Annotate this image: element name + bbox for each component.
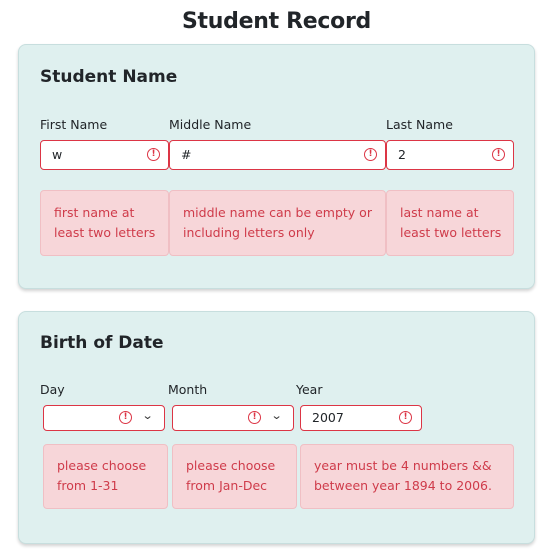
year-error-text: year must be 4 numbers && between year 1… (314, 458, 492, 493)
last-name-value: 2 (398, 147, 406, 162)
chevron-down-icon: ⌄ (270, 409, 283, 422)
exclamation-circle-icon: ! (364, 148, 377, 161)
first-name-error-text: first name at least two letters (54, 205, 156, 240)
first-name-input[interactable]: w ! (40, 140, 169, 170)
birth-date-title: Birth of Date (40, 333, 164, 353)
day-label: Day (40, 382, 65, 397)
last-name-label: Last Name (386, 117, 453, 132)
year-input[interactable]: 2007 ! (300, 405, 422, 431)
first-name-value: w (52, 147, 63, 162)
day-select[interactable]: ! ⌄ (43, 405, 165, 431)
exclamation-circle-icon: ! (119, 411, 132, 424)
last-name-input[interactable]: 2 ! (386, 140, 514, 170)
month-error: please choose from Jan-Dec (172, 444, 297, 509)
page-title: Student Record (182, 9, 371, 34)
middle-name-error-text: middle name can be empty or including le… (183, 205, 372, 240)
exclamation-circle-icon: ! (399, 411, 412, 424)
exclamation-circle-icon: ! (248, 411, 261, 424)
month-select[interactable]: ! ⌄ (172, 405, 294, 431)
day-error: please choose from 1-31 (43, 444, 168, 509)
student-name-title: Student Name (40, 67, 178, 87)
year-value: 2007 (312, 410, 344, 425)
year-error: year must be 4 numbers && between year 1… (300, 444, 514, 509)
middle-name-error: middle name can be empty or including le… (169, 190, 386, 256)
day-error-text: please choose from 1-31 (57, 458, 147, 493)
middle-name-input[interactable]: # ! (169, 140, 386, 170)
last-name-error-text: last name at least two letters (400, 205, 502, 240)
first-name-error: first name at least two letters (40, 190, 169, 256)
student-name-card: Student Name First Name Middle Name Last… (18, 44, 535, 289)
last-name-error: last name at least two letters (386, 190, 514, 256)
middle-name-value: # (181, 147, 192, 162)
month-error-text: please choose from Jan-Dec (186, 458, 276, 493)
birth-date-card: Birth of Date Day Month Year ! ⌄ ! ⌄ 200… (18, 311, 535, 544)
exclamation-circle-icon: ! (147, 148, 160, 161)
middle-name-label: Middle Name (169, 117, 252, 132)
month-label: Month (168, 382, 208, 397)
first-name-label: First Name (40, 117, 108, 132)
chevron-down-icon: ⌄ (141, 409, 154, 422)
year-label: Year (296, 382, 323, 397)
exclamation-circle-icon: ! (492, 148, 505, 161)
